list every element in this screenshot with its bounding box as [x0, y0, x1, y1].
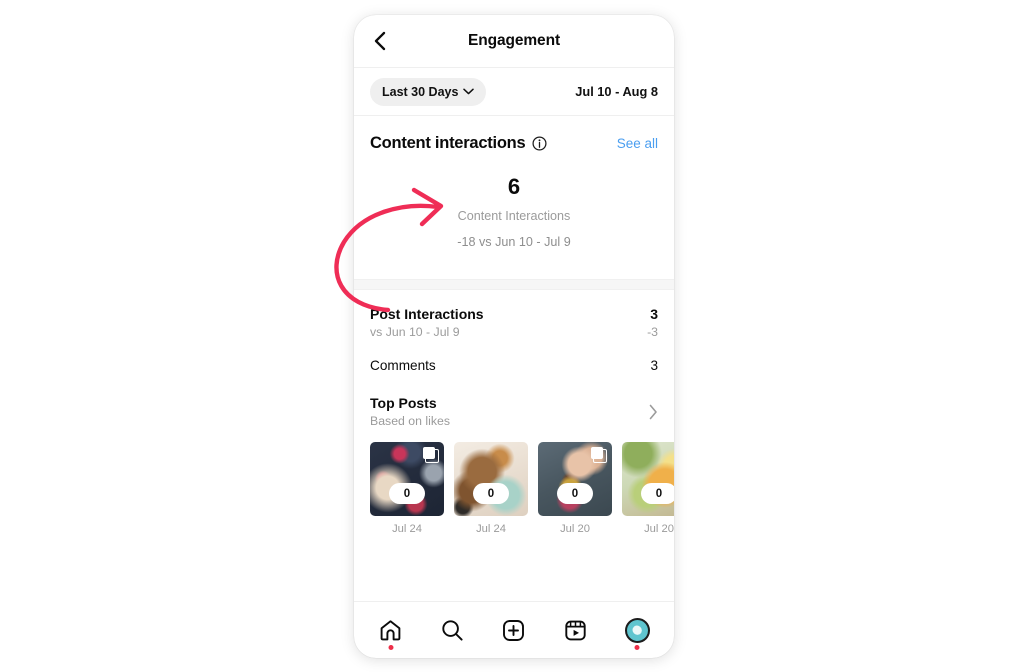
- date-filter-bar: Last 30 Days Jul 10 - Aug 8: [354, 68, 674, 116]
- see-all-link[interactable]: See all: [617, 136, 658, 151]
- post-thumbnail[interactable]: 0: [454, 442, 528, 517]
- stat-sub: vs Jun 10 - Jul 9: [370, 325, 460, 340]
- date-range-dropdown[interactable]: Last 30 Days: [370, 77, 487, 106]
- info-circle-icon[interactable]: [532, 136, 547, 151]
- stat-row-post-interactions[interactable]: Post Interactions vs Jun 10 - Jul 9 3 -3: [354, 290, 674, 339]
- stat-value-group: 3 -3: [647, 306, 658, 339]
- list-item[interactable]: 0 Jul 20: [622, 442, 674, 535]
- post-thumbnail[interactable]: 0: [538, 442, 612, 517]
- content-interactions-title: Content interactions: [370, 134, 526, 152]
- stat-name: Post Interactions: [370, 306, 484, 323]
- back-button[interactable]: [362, 15, 396, 67]
- phone-screen: Engagement Last 30 Days Jul 10 - Aug 8 C…: [354, 15, 674, 658]
- content-interactions-label: Content Interactions: [457, 209, 571, 224]
- top-posts-sub: Based on likes: [370, 414, 450, 429]
- nav-create[interactable]: [493, 610, 535, 650]
- nav-search[interactable]: [431, 610, 473, 650]
- post-date: Jul 20: [644, 523, 674, 536]
- top-posts-label-group: Top Posts Based on likes: [370, 395, 450, 428]
- content-interactions-metric: 6 Content Interactions -18 vs Jun 10 - J…: [354, 153, 674, 279]
- section-divider: [354, 279, 674, 291]
- search-icon: [442, 619, 463, 641]
- list-item[interactable]: 0 Jul 24: [454, 442, 528, 535]
- content-interactions-header: Content interactions See all: [354, 116, 674, 153]
- nav-profile[interactable]: [616, 610, 658, 650]
- post-date: Jul 24: [392, 523, 422, 536]
- post-like-count: 0: [557, 483, 593, 505]
- list-item[interactable]: 0 Jul 20: [538, 442, 612, 535]
- stat-value-delta: -3: [647, 325, 658, 340]
- stat-row-comments[interactable]: Comments 3: [354, 339, 674, 373]
- top-posts-row[interactable]: Top Posts Based on likes: [354, 373, 674, 428]
- app-header: Engagement: [354, 15, 674, 68]
- date-range-text: Jul 10 - Aug 8: [575, 84, 658, 99]
- chevron-down-icon: [463, 88, 475, 95]
- chevron-left-icon: [374, 31, 385, 51]
- multi-post-icon: [423, 447, 439, 464]
- nav-reels[interactable]: [555, 610, 597, 650]
- post-thumbnail[interactable]: 0: [370, 442, 444, 517]
- stat-value: 3: [650, 358, 658, 374]
- bottom-navigation-bar: [354, 601, 674, 658]
- profile-avatar-icon: [624, 617, 650, 643]
- chevron-right-icon: [649, 404, 657, 419]
- top-posts-title: Top Posts: [370, 395, 437, 412]
- post-like-count: 0: [641, 483, 674, 505]
- post-like-count: 0: [473, 483, 509, 505]
- stat-value: 3: [650, 306, 658, 323]
- content-interactions-value: 6: [507, 174, 521, 199]
- content-interactions-title-group: Content interactions: [370, 134, 547, 153]
- post-date: Jul 24: [476, 523, 506, 536]
- notification-dot: [634, 645, 640, 650]
- date-range-label: Last 30 Days: [382, 84, 459, 99]
- top-posts-thumbnail-list[interactable]: 0 Jul 24 0 Jul 24 0 Jul 20 0 Jul 20: [354, 428, 674, 535]
- home-icon: [380, 619, 401, 640]
- multi-post-icon: [591, 447, 607, 464]
- notification-dot: [388, 645, 394, 650]
- post-like-count: 0: [389, 483, 425, 505]
- nav-home[interactable]: [370, 610, 412, 650]
- stat-name: Comments: [370, 358, 436, 374]
- content-interactions-delta: -18 vs Jun 10 - Jul 9: [457, 235, 571, 250]
- stat-label-group: Post Interactions vs Jun 10 - Jul 9: [370, 306, 484, 339]
- post-thumbnail[interactable]: 0: [622, 442, 674, 517]
- page-title: Engagement: [467, 32, 560, 49]
- list-item[interactable]: 0 Jul 24: [370, 442, 444, 535]
- reels-icon: [565, 620, 586, 640]
- post-date: Jul 20: [560, 523, 590, 536]
- create-icon: [503, 619, 525, 641]
